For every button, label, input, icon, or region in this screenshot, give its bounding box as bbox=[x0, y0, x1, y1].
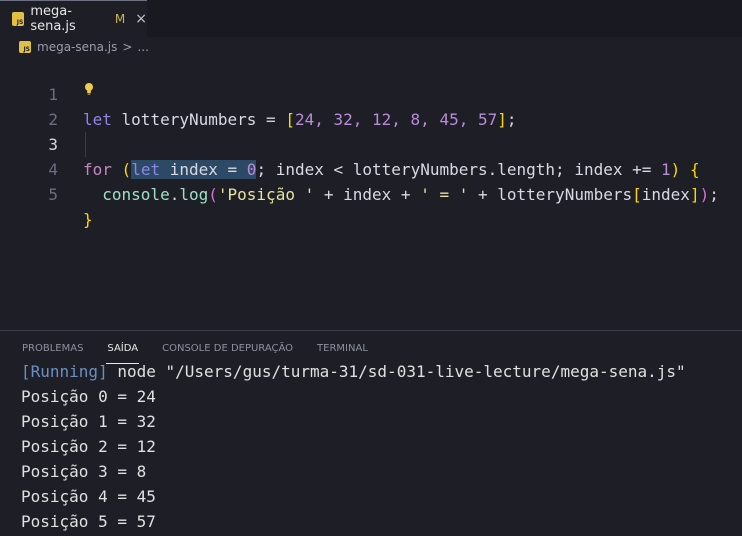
output-command-line: [Running] node "/Users/gus/turma-31/sd-0… bbox=[21, 359, 686, 384]
lightbulb-icon[interactable] bbox=[84, 82, 94, 96]
code-line-1: 1 let lotteryNumbers = [24, 32, 12, 8, 4… bbox=[0, 57, 742, 129]
code-line-5: 5 } bbox=[0, 157, 742, 229]
output-line: Posição 2 = 12 bbox=[21, 437, 156, 456]
breadcrumb-separator: > bbox=[122, 40, 133, 54]
close-icon[interactable]: × bbox=[135, 11, 147, 27]
tab-bar: JS mega-sena.js M × bbox=[0, 0, 742, 37]
tab-problemas[interactable]: PROBLEMAS bbox=[21, 343, 84, 354]
tab-mega-sena[interactable]: JS mega-sena.js M × bbox=[0, 0, 147, 37]
output-line: Posição 4 = 45 bbox=[21, 487, 156, 506]
tab-console-depuracao[interactable]: CONSOLE DE DEPURAÇÃO bbox=[161, 343, 294, 354]
command-text: node "/Users/gus/turma-31/sd-031-live-le… bbox=[107, 362, 686, 381]
output-line: Posição 5 = 57 bbox=[21, 512, 156, 531]
js-file-icon: JS bbox=[19, 41, 31, 53]
code-line-3: 3 for (let index = 0; index < lotteryNum… bbox=[0, 107, 742, 179]
js-file-icon: JS bbox=[12, 12, 25, 26]
line-number: 5 bbox=[48, 185, 58, 204]
breadcrumb-more[interactable]: ... bbox=[137, 40, 148, 54]
code-line-4: 4 console.log('Posição ' + index + ' = '… bbox=[0, 132, 742, 204]
tab-label: mega-sena.js bbox=[30, 4, 76, 34]
bottom-panel: PROBLEMAS SAÍDA CONSOLE DE DEPURAÇÃO TER… bbox=[0, 330, 742, 536]
output-line: Posição 0 = 24 bbox=[21, 387, 156, 406]
output-line: Posição 1 = 32 bbox=[21, 412, 156, 431]
output-line: Posição 3 = 8 bbox=[21, 462, 147, 481]
running-label: [Running] bbox=[21, 362, 108, 381]
breadcrumb: JS mega-sena.js > ... bbox=[0, 37, 742, 57]
modified-badge: M bbox=[114, 12, 126, 26]
tab-saida[interactable]: SAÍDA bbox=[106, 343, 139, 364]
code-line-2: 2 bbox=[0, 82, 742, 129]
tab-terminal[interactable]: TERMINAL bbox=[316, 343, 369, 354]
code-editor[interactable]: 1 let lotteryNumbers = [24, 32, 12, 8, 4… bbox=[0, 57, 742, 330]
breadcrumb-file[interactable]: mega-sena.js bbox=[37, 40, 117, 54]
